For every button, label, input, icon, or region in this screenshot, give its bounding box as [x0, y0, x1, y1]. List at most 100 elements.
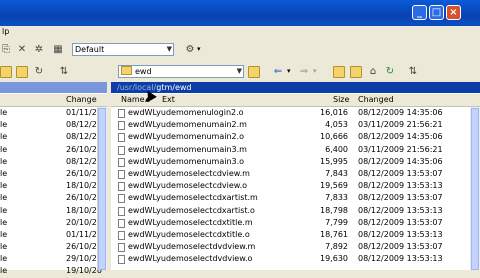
file-type-cell: le [0, 205, 8, 215]
file-size-cell: 6,400 [325, 144, 348, 154]
remote-path-select[interactable]: ewd ▼ [118, 65, 244, 78]
file-size-cell: 19,630 [320, 254, 348, 264]
table-row[interactable]: le 20/10/20 [0, 217, 102, 229]
table-row[interactable]: le 18/10/20 [0, 205, 102, 217]
table-row[interactable]: ewdWLyudemomenumain3.m 6,400 03/11/2009 21… [111, 144, 470, 156]
table-row[interactable]: le 19/10/20 [0, 265, 102, 277]
file-name-cell: ewdWLyudemomenumain3.m [128, 144, 247, 154]
profile-select-value: Default [75, 45, 105, 54]
file-icon [118, 133, 125, 143]
table-row[interactable]: le 26/10/20 [0, 241, 102, 253]
changed-cell: 08/12/2009 13:53:07 [358, 168, 443, 178]
table-row[interactable]: ewdWLyudemomenumain3.o 15,995 08/12/2009 1… [111, 156, 470, 168]
table-row[interactable]: ewdWLyudemomenumain2.m 4,053 03/11/2009 21… [111, 119, 470, 131]
table-row[interactable]: ewdWLyudemomenulogin2.o 16,016 08/12/2009 … [111, 107, 470, 119]
folder-icon[interactable] [0, 66, 12, 78]
local-scrollbar-thumb[interactable] [98, 108, 106, 270]
transfer-settings-icon[interactable]: ⚙ [184, 44, 196, 56]
delete-icon[interactable]: ✕ [16, 44, 28, 56]
table-row[interactable]: le 08/12/20 [0, 131, 102, 143]
title-bar [0, 0, 480, 26]
parent-folder-icon[interactable] [16, 66, 28, 78]
column-header-name[interactable]: Name [121, 94, 145, 106]
column-header-changed[interactable]: Change [66, 94, 97, 106]
file-name-cell: ewdWLyudemomenulogin2.o [128, 108, 244, 117]
file-type-cell: le [0, 156, 8, 166]
folder-icon [121, 66, 132, 75]
settings-icon[interactable]: ✲ [33, 44, 45, 56]
chevron-down-icon[interactable]: ▾ [287, 67, 291, 75]
filter-icon[interactable]: ⇅ [407, 66, 419, 78]
column-header-changed[interactable]: Changed [358, 94, 394, 106]
copy-icon[interactable]: ⎘ [0, 44, 12, 56]
file-name-cell: ewdWLyudemoselectdvdview.m [128, 242, 256, 252]
menu-item-help[interactable]: lp [2, 27, 9, 36]
properties-icon[interactable]: ▦ [52, 44, 64, 56]
chevron-down-icon: ▼ [166, 45, 172, 53]
table-row[interactable]: le 26/10/20 [0, 168, 102, 180]
table-row[interactable]: le 26/10/20 [0, 192, 102, 204]
file-size-cell: 7,843 [325, 168, 348, 178]
open-folder-icon[interactable] [248, 66, 260, 78]
maximize-button[interactable]: □ [429, 5, 444, 20]
file-icon [118, 218, 125, 228]
file-name-cell: ewdWLyudemomenumain2.m [128, 120, 247, 130]
file-size-cell: 18,798 [320, 205, 348, 215]
table-row[interactable]: le 18/10/20 [0, 180, 102, 192]
table-row[interactable]: ewdWLyudemoselectcdview.o 19,569 08/12/200… [111, 180, 470, 192]
parent-directory-icon[interactable] [333, 66, 345, 78]
file-size-cell: 7,833 [325, 193, 348, 203]
table-row[interactable]: ewdWLyudemoselectcdxartist.o 18,798 08/12/… [111, 205, 470, 217]
file-name-cell: ewdWLyudemomenumain3.o [128, 156, 245, 166]
filter-icon[interactable]: ⇅ [58, 66, 70, 78]
table-row[interactable]: ewdWLyudemoselectdvdview.o 19,630 08/12/20… [111, 253, 470, 265]
table-row[interactable]: le 01/11/20 [0, 107, 102, 119]
changed-cell: 08/12/2009 13:53:07 [358, 217, 443, 227]
table-row[interactable]: le 26/10/20 [0, 144, 102, 156]
column-header-ext[interactable]: Ext [162, 94, 175, 106]
remote-scrollbar-thumb[interactable] [471, 108, 479, 270]
back-icon[interactable]: ⇐ [272, 66, 284, 78]
changed-cell: 08/12/2009 14:35:06 [358, 156, 443, 166]
local-column-header: Change [0, 94, 107, 107]
changed-cell: 08/12/2009 13:53:07 [358, 193, 443, 203]
column-header-size[interactable]: Size [333, 94, 349, 106]
profile-select[interactable]: Default ▼ [72, 43, 174, 56]
close-button[interactable]: × [446, 5, 461, 20]
changed-cell: 08/12/2009 14:35:06 [358, 132, 443, 142]
table-row[interactable]: ewdWLyudemoselectcdxtitle.o 18,761 08/12/2… [111, 229, 470, 241]
file-name-cell: ewdWLyudemoselectdvdview.o [128, 254, 253, 264]
remote-path-bar: /usr/local/gtm/ewd [111, 82, 480, 93]
table-row[interactable]: le 08/12/20 [0, 119, 102, 131]
file-type-cell: le [0, 108, 8, 117]
minimize-button[interactable]: _ [412, 5, 427, 20]
file-size-cell: 7,799 [325, 217, 348, 227]
path-current: gtm/ewd [156, 83, 192, 92]
table-row[interactable]: ewdWLyudemoselectcdxartist.m 7,833 08/12/2… [111, 192, 470, 204]
table-row[interactable]: le 08/12/20 [0, 156, 102, 168]
file-size-cell: 4,053 [325, 120, 348, 130]
home-icon[interactable]: ⌂ [367, 66, 379, 78]
file-size-cell: 18,761 [320, 229, 348, 239]
file-icon [118, 255, 125, 265]
refresh-icon[interactable]: ↻ [33, 66, 45, 78]
table-row[interactable]: ewdWLyudemoselectdvdview.m 7,892 08/12/200… [111, 241, 470, 253]
table-row[interactable]: le 01/11/20 [0, 229, 102, 241]
forward-icon[interactable]: ⇒ [298, 66, 310, 78]
table-row[interactable]: ewdWLyudemoselectcdview.m 7,843 08/12/2009… [111, 168, 470, 180]
refresh-icon[interactable]: ↻ [384, 66, 396, 78]
chevron-down-icon[interactable]: ▾ [197, 45, 201, 53]
file-type-cell: le [0, 254, 8, 264]
chevron-down-icon[interactable]: ▾ [313, 67, 317, 75]
file-type-cell: le [0, 144, 8, 154]
table-row[interactable]: le 29/10/20 [0, 253, 102, 265]
file-name-cell: ewdWLyudemoselectcdview.o [128, 181, 248, 191]
file-icon [118, 109, 125, 118]
local-file-list: le 01/11/20 le 08/12/20 le 08/12/20 le 26/10/20… [0, 107, 102, 278]
file-icon [118, 206, 125, 216]
table-row[interactable]: ewdWLyudemoselectcdxtitle.m 7,799 08/12/20… [111, 217, 470, 229]
file-icon [118, 121, 125, 131]
root-directory-icon[interactable] [350, 66, 362, 78]
table-row[interactable]: ewdWLyudemomenumain2.o 10,666 08/12/2009 1… [111, 131, 470, 143]
file-name-cell: ewdWLyudemomenumain2.o [128, 132, 245, 142]
